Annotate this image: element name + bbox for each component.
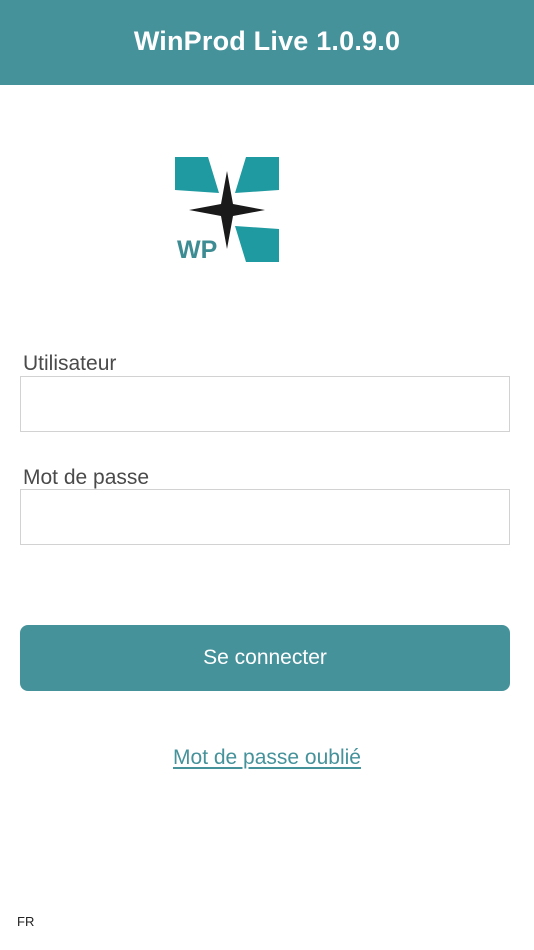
app-title: WinProd Live 1.0.9.0	[133, 26, 401, 56]
logo-quadrant-top-right	[235, 157, 279, 193]
forgot-password-link[interactable]: Mot de passe oublié	[173, 746, 361, 769]
logo-quadrant-top-left	[175, 157, 219, 193]
login-button[interactable]: Se connecter	[20, 625, 510, 691]
password-label: Mot de passe	[23, 466, 150, 489]
forgot-password-row: Mot de passe oublié	[0, 746, 534, 770]
username-label: Utilisateur	[23, 352, 117, 375]
winprod-logo: WP	[175, 157, 279, 262]
title-bar: WinProd Live 1.0.9.0	[0, 0, 534, 85]
password-input[interactable]	[20, 489, 510, 545]
language-indicator[interactable]: FR	[17, 914, 34, 929]
login-screen: WinProd Live 1.0.9.0 WP Utilisateur Mot …	[0, 0, 534, 950]
logo-quadrant-bottom-right	[235, 226, 279, 262]
username-input[interactable]	[20, 376, 510, 432]
logo-wp-text: WP	[177, 236, 217, 262]
